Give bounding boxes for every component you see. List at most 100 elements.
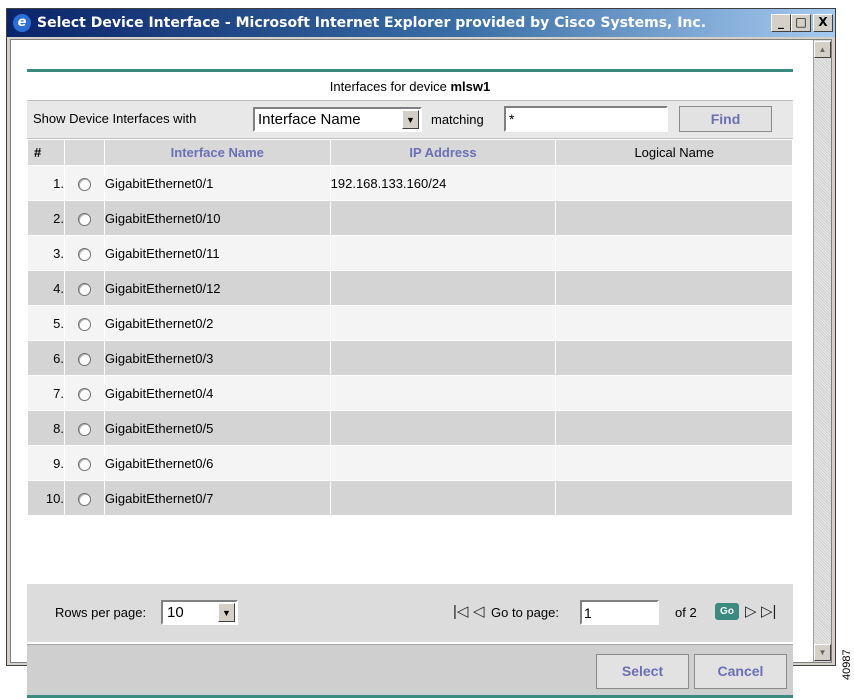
radio-button[interactable] (77, 317, 91, 331)
table-row[interactable]: 10. GigabitEthernet0/7 (27, 480, 793, 516)
radio-button[interactable] (77, 247, 91, 261)
go-button[interactable]: Go (715, 603, 739, 620)
page-content: ▲ ▼ Interfaces for device mlsw1 Show Dev… (10, 39, 832, 698)
header-prefix: Interfaces for device (329, 79, 451, 94)
browser-window: e Select Device Interface - Microsoft In… (6, 8, 836, 698)
row-select-cell[interactable] (63, 235, 105, 271)
row-number: 1. (27, 165, 65, 201)
minimize-button[interactable]: _ (771, 14, 791, 32)
row-select-cell[interactable] (63, 410, 105, 446)
row-number: 9. (27, 445, 65, 481)
column-header-ip-address[interactable]: IP Address (329, 139, 557, 166)
logical-name-cell (555, 480, 793, 516)
table-row[interactable]: 8. GigabitEthernet0/5 (27, 410, 793, 446)
ip-address-cell (329, 270, 557, 306)
logical-name-cell (555, 270, 793, 306)
row-select-cell[interactable] (63, 270, 105, 306)
find-button[interactable]: Find (679, 106, 772, 132)
previous-page-icon[interactable]: ◁ (473, 602, 485, 620)
filter-field-value: Interface Name (258, 111, 361, 128)
top-divider (27, 69, 793, 72)
device-name: mlsw1 (450, 79, 491, 94)
select-button[interactable]: Select (596, 654, 689, 689)
match-input[interactable]: * (504, 106, 668, 132)
row-select-cell[interactable] (63, 305, 105, 341)
ip-address-cell (329, 445, 557, 481)
interface-name-cell: GigabitEthernet0/4 (103, 375, 331, 411)
table-header-row: # Interface Name IP Address Logical Name (27, 139, 793, 166)
radio-button[interactable] (77, 492, 91, 506)
radio-button[interactable] (77, 212, 91, 226)
radio-button[interactable] (77, 177, 91, 191)
row-number: 6. (27, 340, 65, 376)
interface-name-cell: GigabitEthernet0/1 (103, 165, 331, 201)
interface-name-cell: GigabitEthernet0/6 (103, 445, 331, 481)
next-page-icon[interactable]: ▷ (745, 602, 757, 620)
row-select-cell[interactable] (63, 445, 105, 481)
table-row[interactable]: 3. GigabitEthernet0/11 (27, 235, 793, 271)
dialog-footer: Select Cancel (27, 644, 793, 697)
row-number: 5. (27, 305, 65, 341)
pagination-bar: Rows per page: 10 ▼ |◁ ◁ Go to page: 1 o… (27, 584, 793, 642)
row-select-cell[interactable] (63, 165, 105, 201)
first-page-icon[interactable]: |◁ (453, 602, 468, 620)
ip-address-cell (329, 340, 557, 376)
radio-button[interactable] (77, 387, 91, 401)
logical-name-cell (555, 445, 793, 481)
table-row[interactable]: 9. GigabitEthernet0/6 (27, 445, 793, 481)
filter-field-select[interactable]: Interface Name ▼ (253, 107, 422, 132)
radio-button[interactable] (77, 352, 91, 366)
interface-name-cell: GigabitEthernet0/3 (103, 340, 331, 376)
rows-per-page-label: Rows per page: (55, 605, 147, 620)
page-total-label: of 2 (675, 605, 697, 620)
interface-name-cell: GigabitEthernet0/7 (103, 480, 331, 516)
ip-address-cell: 192.168.133.160/24 (329, 165, 557, 201)
page-number-value: 1 (584, 605, 592, 621)
radio-button[interactable] (77, 282, 91, 296)
maximize-button[interactable]: □ (791, 14, 811, 32)
ip-address-cell (329, 480, 557, 516)
row-number: 8. (27, 410, 65, 446)
rows-per-page-value: 10 (167, 604, 184, 621)
table-row[interactable]: 5. GigabitEthernet0/2 (27, 305, 793, 341)
interface-name-cell: GigabitEthernet0/11 (103, 235, 331, 271)
cancel-button[interactable]: Cancel (694, 654, 787, 689)
chevron-down-icon[interactable]: ▼ (218, 603, 235, 622)
table-row[interactable]: 1. GigabitEthernet0/1 192.168.133.160/24 (27, 165, 793, 201)
scroll-up-arrow-icon[interactable]: ▲ (814, 41, 831, 58)
row-number: 3. (27, 235, 65, 271)
radio-button[interactable] (77, 457, 91, 471)
row-select-cell[interactable] (63, 340, 105, 376)
go-to-page-label: Go to page: (491, 605, 559, 620)
row-select-cell[interactable] (63, 375, 105, 411)
logical-name-cell (555, 165, 793, 201)
ip-address-cell (329, 200, 557, 236)
table-row[interactable]: 4. GigabitEthernet0/12 (27, 270, 793, 306)
logical-name-cell (555, 235, 793, 271)
column-header-interface-name[interactable]: Interface Name (103, 139, 331, 166)
title-bar: e Select Device Interface - Microsoft In… (7, 9, 835, 37)
vertical-scrollbar[interactable]: ▲ ▼ (813, 40, 831, 662)
chevron-down-icon[interactable]: ▼ (402, 110, 419, 129)
logical-name-cell (555, 375, 793, 411)
ip-address-cell (329, 305, 557, 341)
close-button[interactable]: X (813, 14, 833, 32)
radio-button[interactable] (77, 422, 91, 436)
panel-header: Interfaces for device mlsw1 (27, 74, 793, 101)
ip-address-cell (329, 235, 557, 271)
table-row[interactable]: 7. GigabitEthernet0/4 (27, 375, 793, 411)
matching-label: matching (431, 112, 484, 127)
interfaces-table: # Interface Name IP Address Logical Name… (27, 139, 793, 516)
filter-label: Show Device Interfaces with (33, 111, 197, 126)
table-row[interactable]: 6. GigabitEthernet0/3 (27, 340, 793, 376)
last-page-icon[interactable]: ▷| (761, 602, 776, 620)
page-number-input[interactable]: 1 (580, 600, 659, 625)
rows-per-page-select[interactable]: 10 ▼ (161, 600, 238, 625)
figure-id: 40987 (841, 649, 853, 680)
row-select-cell[interactable] (63, 200, 105, 236)
row-select-cell[interactable] (63, 480, 105, 516)
logical-name-cell (555, 305, 793, 341)
scroll-down-arrow-icon[interactable]: ▼ (814, 644, 831, 661)
table-row[interactable]: 2. GigabitEthernet0/10 (27, 200, 793, 236)
match-input-value: * (509, 111, 515, 127)
